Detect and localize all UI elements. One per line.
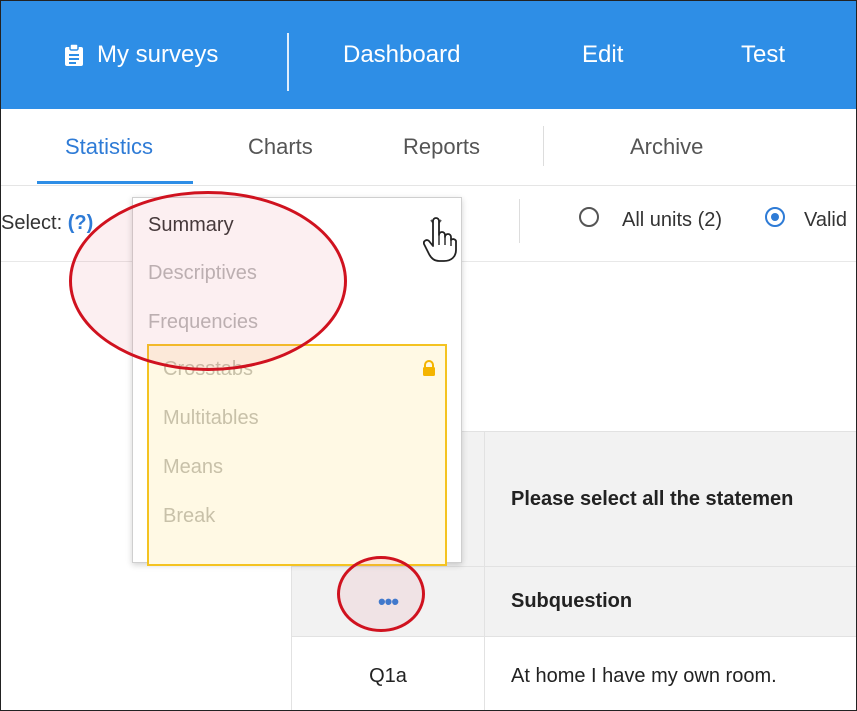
analysis-type-dropdown[interactable]: Summary Descriptives Frequencies Crossta… — [132, 197, 462, 566]
tab-archive[interactable]: Archive — [630, 109, 703, 185]
row-text: At home I have my own room. — [511, 664, 777, 687]
dropdown-item-frequencies[interactable]: Frequencies — [148, 311, 258, 334]
tab-charts[interactable]: Charts — [248, 109, 313, 185]
tab-reports[interactable]: Reports — [403, 109, 480, 185]
my-surveys-link[interactable]: My surveys — [65, 1, 218, 109]
radio-all-units-label[interactable]: All units (2) — [622, 209, 722, 232]
subquestion-header: Subquestion — [484, 566, 856, 637]
row-text-cell: At home I have my own room. — [484, 636, 856, 710]
hand-cursor-icon — [422, 217, 457, 263]
select-label-text: Select: — [1, 212, 63, 234]
nav-separator — [287, 33, 289, 91]
select-label: Select: (?) — [1, 212, 93, 235]
analysis-tabs: Statistics Charts Reports Archive — [1, 109, 856, 186]
my-surveys-label: My surveys — [97, 41, 219, 68]
options-cell: ••• — [291, 566, 485, 637]
dropdown-item-multitables: Multitables — [163, 407, 259, 429]
dashboard-link[interactable]: Dashboard — [343, 1, 460, 109]
locked-options-group: Crosstabs Multitables Means Break — [147, 344, 447, 566]
help-link[interactable]: (?) — [68, 212, 94, 234]
subquestion-header-text: Subquestion — [511, 590, 633, 612]
edit-link[interactable]: Edit — [582, 1, 623, 109]
tab-separator — [543, 126, 544, 166]
screenshot-frame: My surveys Dashboard Edit Test Statistic… — [0, 0, 857, 711]
more-options-icon[interactable]: ••• — [378, 589, 399, 615]
tab-statistics[interactable]: Statistics — [65, 109, 153, 185]
dropdown-item-break: Break — [163, 505, 216, 527]
lock-icon — [421, 360, 437, 376]
dropdown-item-crosstabs: Crosstabs — [163, 358, 254, 380]
dropdown-item-means: Means — [163, 456, 224, 478]
radio-all-units[interactable] — [579, 207, 599, 227]
select-row-separator — [519, 199, 520, 243]
dropdown-item-descriptives[interactable]: Descriptives — [148, 262, 257, 285]
question-header: Please select all the statemen — [484, 431, 856, 567]
active-tab-underline — [37, 181, 193, 184]
question-header-text: Please select all the statemen — [511, 487, 794, 510]
test-link[interactable]: Test — [741, 1, 785, 109]
row-code-cell: Q1a — [291, 636, 485, 710]
radio-valid-label[interactable]: Valid — [804, 209, 847, 232]
row-code: Q1a — [369, 664, 407, 687]
clipboard-icon — [65, 43, 83, 66]
dropdown-item-summary[interactable]: Summary — [148, 214, 234, 237]
radio-valid[interactable] — [765, 207, 785, 227]
top-navigation-bar: My surveys Dashboard Edit Test — [1, 1, 856, 109]
